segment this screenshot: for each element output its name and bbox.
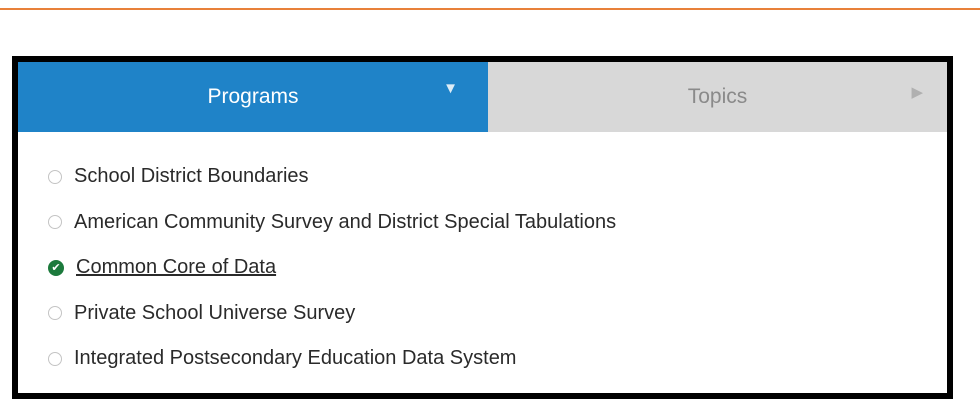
program-option-label: Private School Universe Survey [74,301,356,324]
check-circle-icon[interactable]: ✔ [48,259,64,276]
top-divider [0,8,980,10]
radio-unchecked-icon[interactable] [48,215,62,230]
program-selector-panel: Programs ▼ Topics ▶ School District Boun… [12,56,953,399]
program-option-common-core-of-data[interactable]: ✔ Common Core of Data [48,245,616,291]
program-option-label: Integrated Postsecondary Education Data … [74,347,517,370]
tab-programs-label: Programs [207,85,299,108]
radio-unchecked-icon[interactable] [48,351,62,366]
program-option-label[interactable]: Common Core of Data [76,256,276,279]
program-option-label: American Community Survey and District S… [74,210,617,233]
tab-programs[interactable]: Programs ▼ [18,62,488,132]
tab-bar: Programs ▼ Topics ▶ [18,62,947,132]
program-option-private-school-universe-survey[interactable]: Private School Universe Survey [48,291,616,337]
radio-unchecked-icon[interactable] [48,306,62,321]
program-option-american-community-survey[interactable]: American Community Survey and District S… [48,200,616,246]
triangle-down-icon: ▼ [443,80,458,97]
radio-unchecked-icon[interactable] [48,169,62,184]
triangle-right-icon: ▶ [911,84,923,101]
tab-topics[interactable]: Topics ▶ [488,62,947,132]
program-option-ipeds[interactable]: Integrated Postsecondary Education Data … [48,336,616,382]
program-option-label: School District Boundaries [74,165,309,188]
tab-topics-label: Topics [687,85,748,108]
program-list: School District Boundaries American Comm… [48,154,616,382]
program-option-school-district-boundaries[interactable]: School District Boundaries [48,154,616,200]
